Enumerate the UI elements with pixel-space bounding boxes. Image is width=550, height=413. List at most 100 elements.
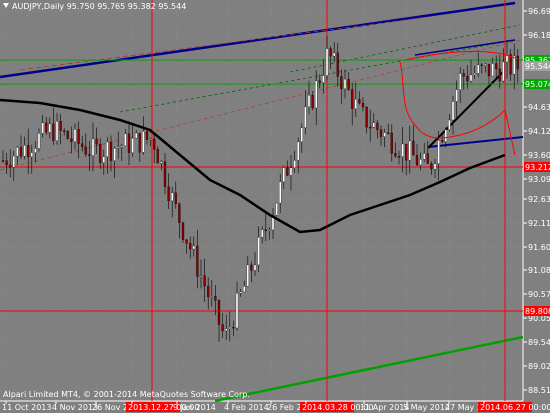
candle-body[interactable] bbox=[181, 222, 185, 240]
candle-body[interactable] bbox=[282, 167, 285, 183]
candle-body[interactable] bbox=[149, 138, 152, 141]
candle-body[interactable] bbox=[387, 132, 390, 134]
candle-body[interactable] bbox=[361, 102, 365, 108]
candle-body[interactable] bbox=[163, 161, 167, 187]
candle-body[interactable] bbox=[325, 48, 329, 76]
candle-body[interactable] bbox=[336, 52, 339, 77]
candle-body[interactable] bbox=[322, 75, 325, 83]
candle-body[interactable] bbox=[246, 264, 249, 287]
price-chart[interactable]: AUDJPY,Daily 95.750 95.765 95.382 95.544… bbox=[0, 0, 550, 413]
candle-body[interactable] bbox=[261, 229, 264, 238]
candle-body[interactable] bbox=[473, 72, 476, 75]
candle-body[interactable] bbox=[516, 55, 519, 70]
candle-body[interactable] bbox=[196, 245, 199, 277]
candle-body[interactable] bbox=[145, 131, 149, 140]
candle-body[interactable] bbox=[347, 78, 350, 90]
candle-body[interactable] bbox=[37, 133, 41, 149]
candle-body[interactable] bbox=[390, 132, 393, 154]
candle-body[interactable] bbox=[178, 203, 181, 224]
candle-body[interactable] bbox=[1, 160, 5, 162]
candle-body[interactable] bbox=[369, 126, 372, 129]
candle-body[interactable] bbox=[426, 153, 429, 164]
candle-body[interactable] bbox=[5, 160, 8, 166]
candle-body[interactable] bbox=[52, 123, 55, 141]
candle-body[interactable] bbox=[63, 130, 66, 132]
candle-body[interactable] bbox=[297, 141, 300, 161]
candle-body[interactable] bbox=[160, 161, 163, 164]
candle-body[interactable] bbox=[279, 181, 282, 204]
candle-body[interactable] bbox=[138, 132, 141, 153]
candle-body[interactable] bbox=[70, 138, 73, 142]
candle-body[interactable] bbox=[99, 143, 102, 163]
candle-body[interactable] bbox=[167, 186, 170, 202]
candle-body[interactable] bbox=[113, 148, 116, 161]
candle-body[interactable] bbox=[135, 132, 138, 139]
candle-body[interactable] bbox=[106, 141, 109, 157]
candle-body[interactable] bbox=[48, 123, 51, 133]
candle-body[interactable] bbox=[239, 291, 242, 294]
candle-body[interactable] bbox=[207, 286, 210, 297]
candle-body[interactable] bbox=[498, 68, 501, 82]
candle-body[interactable] bbox=[45, 122, 48, 133]
candle-body[interactable] bbox=[509, 54, 512, 75]
candle-body[interactable] bbox=[462, 73, 465, 77]
candle-body[interactable] bbox=[401, 143, 404, 157]
candle-body[interactable] bbox=[199, 275, 203, 277]
candle-body[interactable] bbox=[408, 140, 411, 161]
candle-body[interactable] bbox=[77, 129, 80, 144]
candle-body[interactable] bbox=[34, 148, 37, 153]
candle-body[interactable] bbox=[513, 55, 516, 75]
candle-body[interactable] bbox=[300, 127, 303, 142]
candle-body[interactable] bbox=[304, 106, 307, 128]
candle-body[interactable] bbox=[455, 89, 458, 102]
candle-body[interactable] bbox=[311, 95, 314, 109]
candle-body[interactable] bbox=[250, 264, 253, 271]
candle-body[interactable] bbox=[466, 75, 469, 82]
candle-body[interactable] bbox=[502, 61, 505, 82]
candle-body[interactable] bbox=[495, 63, 498, 70]
candle-body[interactable] bbox=[153, 138, 156, 150]
candle-body[interactable] bbox=[117, 146, 120, 149]
time-axis[interactable]: 11 Oct 2013 4 Nov 201326 Nov 20132013.12.… bbox=[2, 401, 550, 412]
candle-body[interactable] bbox=[448, 119, 451, 130]
candle-body[interactable] bbox=[315, 80, 318, 109]
candle-body[interactable] bbox=[81, 143, 84, 147]
candle-body[interactable] bbox=[55, 121, 59, 141]
candle-body[interactable] bbox=[66, 131, 69, 139]
candle-body[interactable] bbox=[88, 154, 91, 156]
candle-body[interactable] bbox=[189, 243, 192, 250]
candle-body[interactable] bbox=[430, 163, 433, 170]
candle-body[interactable] bbox=[372, 122, 375, 128]
candle-body[interactable] bbox=[228, 327, 231, 329]
candle-body[interactable] bbox=[253, 264, 257, 271]
candle-body[interactable] bbox=[84, 146, 87, 155]
candle-body[interactable] bbox=[30, 152, 33, 157]
candle-body[interactable] bbox=[340, 76, 343, 90]
candle-body[interactable] bbox=[124, 133, 127, 147]
candle-body[interactable] bbox=[459, 73, 462, 90]
candle-body[interactable] bbox=[221, 324, 224, 332]
candle-body[interactable] bbox=[225, 328, 228, 332]
price-axis[interactable]: 96.69596.18095.66595.15094.63594.12093.6… bbox=[523, 7, 550, 395]
candle-body[interactable] bbox=[171, 192, 174, 202]
candle-body[interactable] bbox=[444, 129, 447, 142]
candle-body[interactable] bbox=[235, 293, 239, 329]
candle-body[interactable] bbox=[210, 296, 213, 298]
candle-body[interactable] bbox=[109, 141, 113, 161]
chart-window[interactable]: AUDJPY,Daily 95.750 95.765 95.382 95.544… bbox=[0, 0, 550, 413]
candle-body[interactable] bbox=[441, 140, 444, 142]
candle-body[interactable] bbox=[156, 149, 159, 164]
candle-body[interactable] bbox=[376, 122, 379, 130]
candle-body[interactable] bbox=[185, 239, 188, 244]
candle-body[interactable] bbox=[437, 140, 440, 164]
candle-body[interactable] bbox=[351, 89, 354, 109]
candle-body[interactable] bbox=[491, 63, 494, 77]
candle-body[interactable] bbox=[27, 145, 30, 157]
candle-body[interactable] bbox=[307, 95, 311, 108]
candle-body[interactable] bbox=[275, 202, 278, 216]
candle-body[interactable] bbox=[264, 229, 267, 232]
candle-body[interactable] bbox=[343, 78, 347, 90]
candle-body[interactable] bbox=[120, 145, 123, 148]
candle-body[interactable] bbox=[192, 245, 195, 250]
candle-body[interactable] bbox=[412, 140, 415, 156]
